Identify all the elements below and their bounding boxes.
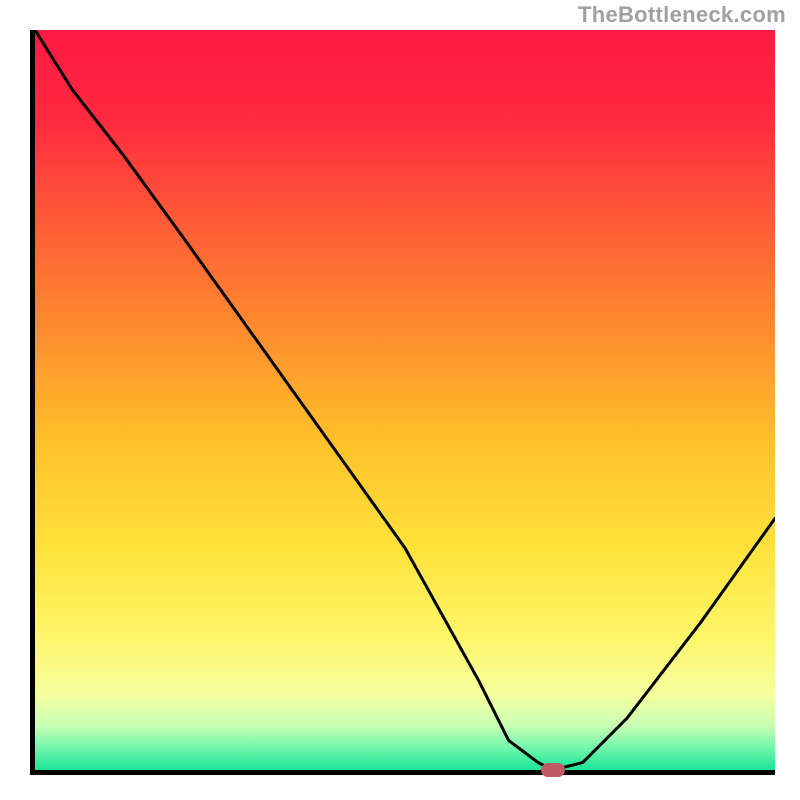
plot-area — [30, 30, 775, 775]
watermark-text: TheBottleneck.com — [578, 2, 786, 28]
curve-line — [35, 30, 775, 770]
chart-container: TheBottleneck.com — [0, 0, 800, 800]
minimum-marker — [541, 763, 565, 777]
